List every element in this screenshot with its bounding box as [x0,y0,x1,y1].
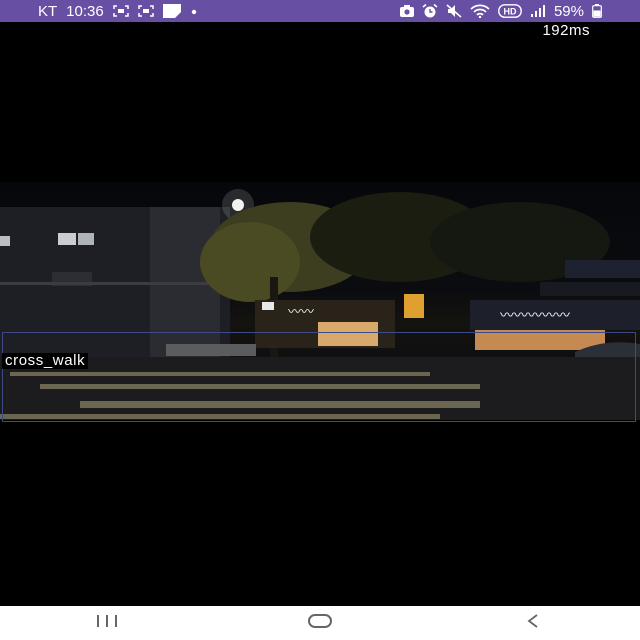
svg-text:〰〰: 〰〰 [288,305,314,320]
clock: 10:36 [66,2,104,20]
status-left: KT 10:36 [38,3,198,20]
screenshot-icon [112,4,129,18]
screenshot-icon [137,4,154,18]
svg-text:〰〰〰〰〰: 〰〰〰〰〰 [500,308,570,324]
battery-icon [592,4,602,18]
dot-icon [190,4,198,18]
recent-apps-icon [94,614,120,633]
inference-latency: 192ms [542,22,590,39]
recent-apps-button[interactable] [77,608,137,638]
navigation-bar [0,606,640,640]
battery-percent: 59% [553,2,584,20]
back-button[interactable] [503,608,563,638]
notification-icon [162,4,181,18]
detection-bounding-box [2,332,636,422]
status-bar: KT 10:36 HD 59% [0,0,640,22]
hd-badge-text: HD [503,7,516,17]
signal-icon [530,4,546,18]
alarm-icon [422,4,438,18]
back-icon [525,613,541,634]
hd-icon: HD [498,4,522,18]
camera-notify-icon [399,4,414,18]
detection-label: cross_walk [2,353,89,369]
status-right: HD 59% [399,2,602,20]
wifi-icon [470,4,490,18]
home-icon [307,613,333,634]
home-button[interactable] [290,608,350,638]
mute-icon [446,4,462,18]
carrier-label: KT [38,2,58,20]
